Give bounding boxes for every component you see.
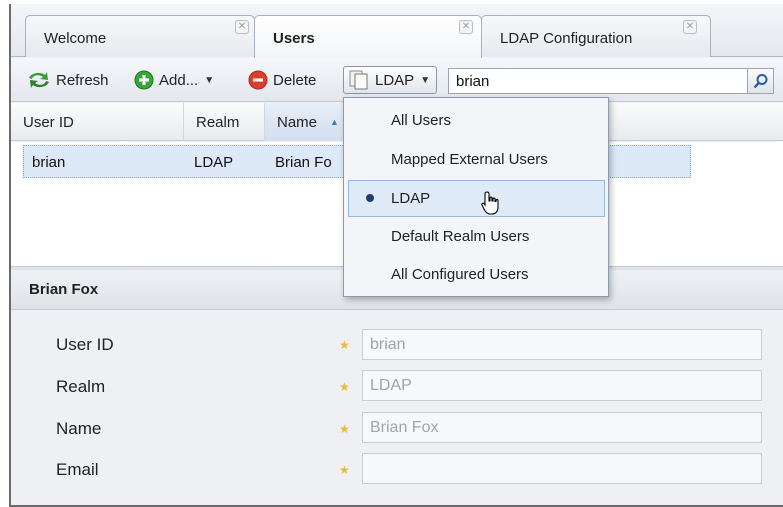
field-value: Brian Fox — [370, 419, 439, 436]
cell-user-id: brian — [32, 154, 66, 171]
delete-button[interactable]: Delete — [248, 67, 316, 93]
add-icon — [134, 70, 154, 90]
search-input[interactable]: brian — [456, 73, 489, 90]
chevron-down-icon: ▼ — [204, 74, 215, 86]
user-detail-form: User ID ★ brian Realm ★ LDAP Name ★ Bria… — [11, 311, 783, 505]
menu-item-label: All Users — [391, 112, 452, 129]
search-field[interactable]: brian — [448, 68, 774, 94]
toolbar: Refresh Add... ▼ Delete LDAP ▼ brian — [11, 58, 783, 102]
hand-cursor-icon — [481, 191, 499, 215]
field-label-email: Email — [56, 460, 99, 479]
menu-item-label: Mapped External Users — [391, 151, 548, 168]
delete-icon — [248, 70, 268, 90]
column-header-user-id[interactable]: User ID — [11, 103, 184, 141]
tab-users[interactable]: Users ✕ — [254, 15, 482, 58]
menu-item-label: All Configured Users — [391, 266, 529, 283]
realm-filter-button[interactable]: LDAP ▼ — [343, 66, 438, 94]
cell-realm: LDAP — [194, 154, 234, 171]
field-value: LDAP — [370, 377, 412, 394]
star-icon: ★ — [339, 338, 350, 352]
field-label-user-id: User ID — [56, 335, 114, 354]
tab-welcome[interactable]: Welcome ✕ — [25, 15, 255, 57]
menu-item-label: Default Realm Users — [391, 228, 530, 245]
menu-item-label: LDAP — [391, 190, 431, 207]
cell-name: Brian Fo — [275, 154, 332, 171]
menu-item-ldap[interactable]: LDAP — [348, 180, 605, 217]
realm-dropdown-menu: All Users Mapped External Users LDAP Def… — [343, 97, 609, 297]
copy-icon — [349, 70, 368, 90]
menu-item-mapped-external-users[interactable]: Mapped External Users — [344, 142, 608, 179]
add-button[interactable]: Add... ▼ — [134, 67, 214, 93]
realm-field[interactable]: LDAP — [362, 370, 762, 401]
users-panel: Welcome ✕ Users ✕ LDAP Configuration ✕ R… — [9, 4, 783, 507]
search-button[interactable] — [747, 69, 773, 93]
field-label-name: Name — [56, 419, 102, 438]
chevron-down-icon: ▼ — [420, 74, 431, 86]
star-icon: ★ — [339, 422, 350, 436]
detail-title: Brian Fox — [29, 281, 99, 298]
name-field[interactable]: Brian Fox — [362, 412, 762, 443]
sort-ascending-icon: ▲ — [330, 117, 339, 127]
email-field[interactable] — [362, 453, 762, 484]
refresh-button[interactable]: Refresh — [27, 67, 109, 93]
tab-label: LDAP Configuration — [500, 30, 633, 47]
close-icon[interactable]: ✕ — [683, 20, 697, 34]
column-label: Realm — [196, 114, 240, 131]
refresh-label: Refresh — [56, 71, 109, 89]
column-label: User ID — [23, 114, 74, 131]
refresh-icon — [29, 72, 49, 88]
selected-bullet-icon — [366, 194, 374, 202]
user-id-field[interactable]: brian — [362, 329, 762, 360]
close-icon[interactable]: ✕ — [459, 20, 473, 34]
close-icon[interactable]: ✕ — [235, 20, 249, 34]
menu-item-all-users[interactable]: All Users — [344, 103, 608, 140]
tab-ldap-configuration[interactable]: LDAP Configuration ✕ — [481, 15, 711, 57]
field-value: brian — [370, 336, 406, 353]
star-icon: ★ — [339, 463, 350, 477]
menu-item-default-realm-users[interactable]: Default Realm Users — [344, 219, 608, 256]
delete-label: Delete — [273, 71, 317, 89]
star-icon: ★ — [339, 380, 350, 394]
column-label: Name — [277, 114, 318, 131]
column-header-realm[interactable]: Realm — [184, 103, 265, 141]
tab-label: Welcome — [44, 30, 107, 47]
tab-bar: Welcome ✕ Users ✕ LDAP Configuration ✕ — [11, 4, 783, 58]
menu-item-all-configured-users[interactable]: All Configured Users — [344, 257, 608, 294]
tab-label: Users — [273, 30, 315, 47]
add-label: Add... — [159, 71, 199, 89]
field-label-realm: Realm — [56, 377, 106, 396]
realm-filter-label: LDAP — [375, 71, 415, 89]
search-icon — [753, 74, 767, 89]
